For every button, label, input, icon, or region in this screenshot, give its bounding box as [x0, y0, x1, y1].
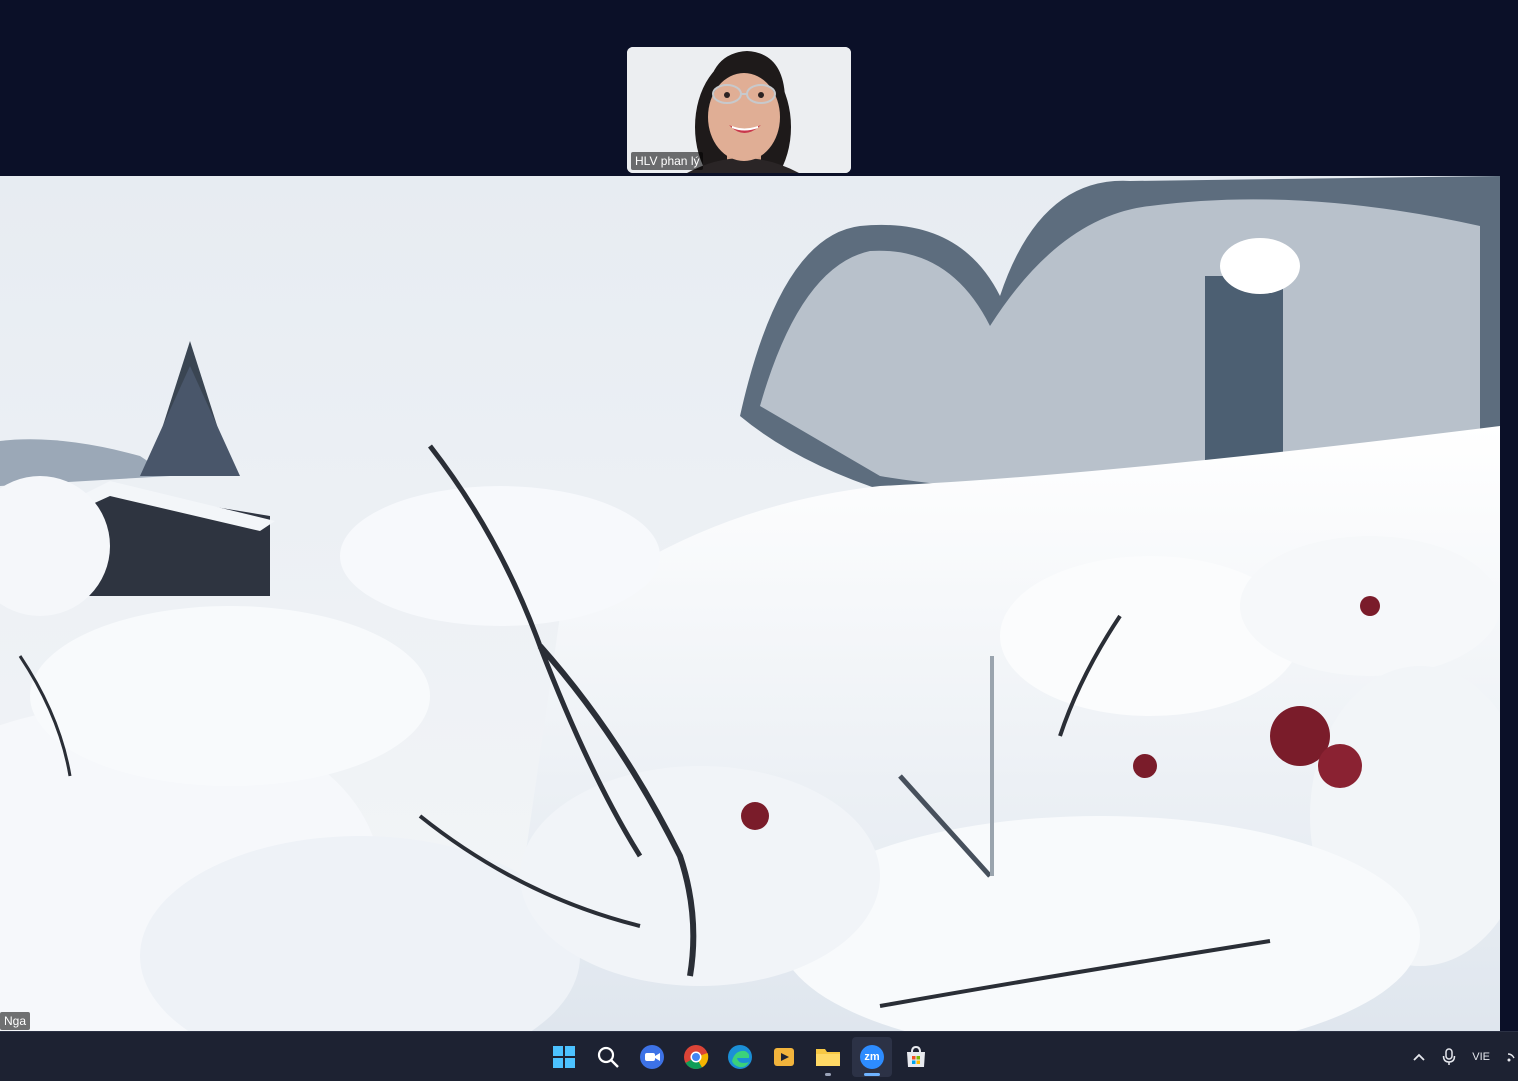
edge-icon [728, 1045, 752, 1069]
start-button[interactable] [544, 1037, 584, 1077]
microphone-icon [1443, 1047, 1456, 1065]
chevron-up-icon [1413, 1053, 1425, 1061]
chrome-icon [684, 1045, 709, 1070]
participant-thumbnail[interactable]: HLV phan lý [627, 47, 851, 173]
main-video[interactable] [0, 176, 1500, 1031]
file-explorer-button[interactable] [808, 1037, 848, 1077]
search-button[interactable] [588, 1037, 628, 1077]
system-tray: VIE [1404, 1032, 1518, 1081]
taskbar: zm VIE [0, 1031, 1518, 1081]
participant-name-label: HLV phan lý [631, 152, 704, 170]
folder-icon [816, 1049, 840, 1066]
zoom-app-label: zm [864, 1051, 880, 1063]
taskbar-apps: zm [544, 1037, 936, 1077]
main-participant-name-label: Nga [0, 1012, 31, 1030]
chrome-button[interactable] [676, 1037, 716, 1077]
video-edge [1500, 176, 1518, 1031]
zoom-app-button[interactable]: zm [852, 1037, 892, 1077]
media-player-button[interactable] [764, 1037, 804, 1077]
language-label: VIE [1472, 1050, 1490, 1063]
wifi-icon [1507, 1052, 1515, 1061]
media-player-icon [774, 1048, 794, 1066]
active-indicator [864, 1073, 880, 1076]
language-indicator[interactable]: VIE [1464, 1032, 1498, 1081]
edge-button[interactable] [720, 1037, 760, 1077]
zoom-meetings-button[interactable] [632, 1037, 672, 1077]
store-button[interactable] [896, 1037, 936, 1077]
network-button[interactable] [1498, 1032, 1518, 1081]
snow-scene-video [0, 176, 1500, 1031]
store-icon [907, 1045, 925, 1067]
windows-icon [553, 1046, 575, 1068]
microphone-button[interactable] [1434, 1032, 1464, 1081]
running-indicator [825, 1073, 831, 1076]
show-hidden-icons-button[interactable] [1404, 1032, 1434, 1081]
search-icon [597, 1046, 619, 1068]
video-camera-icon [640, 1045, 664, 1069]
